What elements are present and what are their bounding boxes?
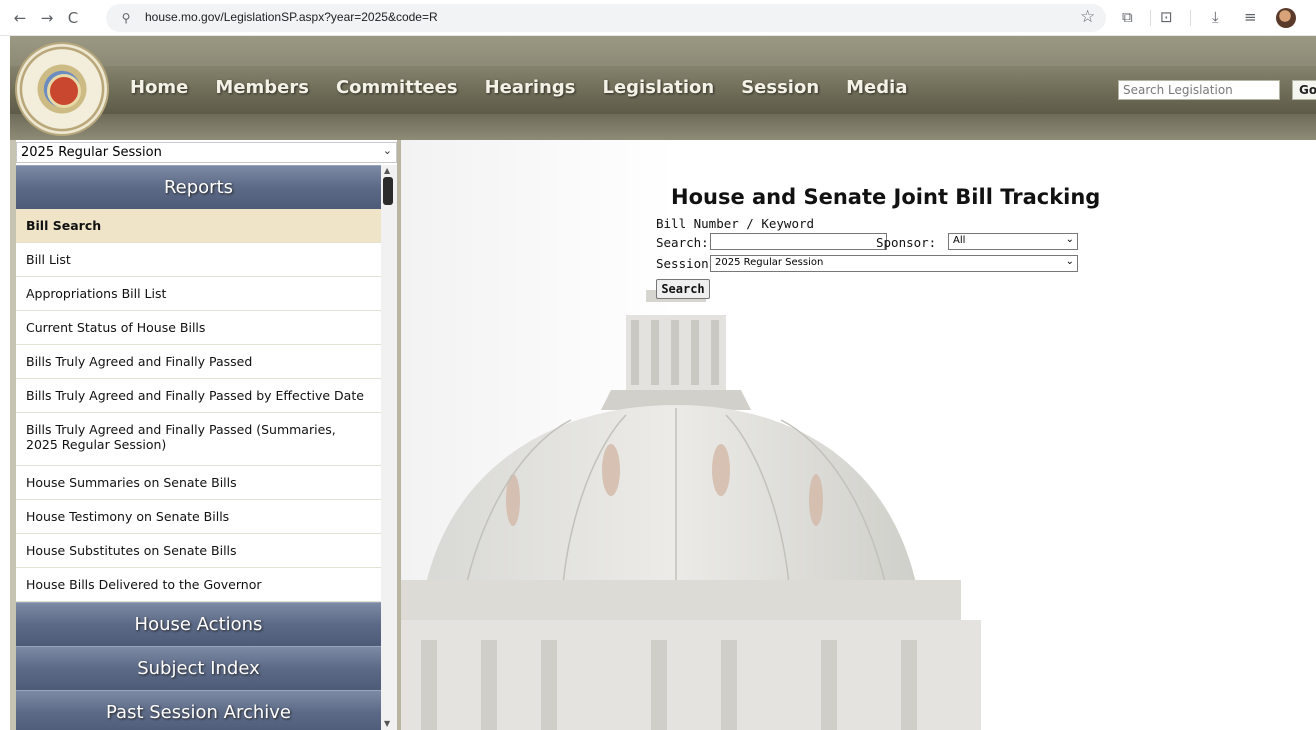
sidebar-item-bills-delivered[interactable]: House Bills Delivered to the Governor: [16, 568, 381, 602]
chevron-down-icon: ⌄: [382, 144, 392, 157]
nav-home[interactable]: Home: [130, 77, 188, 98]
seal-emblem: [47, 74, 81, 108]
site-header: Home Members Committees Hearings Legisla…: [10, 36, 1316, 140]
sidebar-scrollbar[interactable]: [381, 165, 397, 730]
tab-search-icon[interactable]: ⊡: [1160, 8, 1173, 26]
search-label: Search:: [656, 235, 709, 250]
reading-list-icon[interactable]: ≡: [1244, 8, 1257, 26]
sponsor-select-value: All: [953, 235, 966, 246]
session-form-select[interactable]: 2025 Regular Session ⌄: [710, 255, 1078, 272]
sponsor-select[interactable]: All ⌄: [948, 233, 1078, 250]
sidebar-item-appropriations[interactable]: Appropriations Bill List: [16, 277, 381, 311]
subject-index-header[interactable]: Subject Index: [16, 646, 381, 690]
main-content: House and Senate Joint Bill Tracking Bil…: [401, 140, 1316, 730]
nav-legislation[interactable]: Legislation: [602, 77, 714, 98]
sidebar: Reports Bill Search Bill List Appropriat…: [16, 165, 381, 730]
sidebar-item-bill-search[interactable]: Bill Search: [16, 209, 381, 243]
house-seal-logo[interactable]: [15, 42, 109, 136]
sponsor-label: Sponsor:: [876, 235, 937, 250]
toolbar-divider: [1190, 10, 1191, 26]
nav-session[interactable]: Session: [741, 77, 819, 98]
sidebar-item-tafp-summaries[interactable]: Bills Truly Agreed and Finally Passed (S…: [16, 413, 381, 466]
url-text[interactable]: house.mo.gov/LegislationSP.aspx?year=202…: [145, 10, 438, 24]
reload-icon[interactable]: C: [63, 8, 83, 28]
past-session-archive-header[interactable]: Past Session Archive: [16, 690, 381, 730]
sidebar-item-current-status[interactable]: Current Status of House Bills: [16, 311, 381, 345]
chevron-down-icon: ⌄: [1065, 234, 1074, 245]
session-form-select-value: 2025 Regular Session: [715, 257, 824, 268]
nav-committees[interactable]: Committees: [336, 77, 458, 98]
page-title: House and Senate Joint Bill Tracking: [671, 185, 1101, 209]
sidebar-item-tafp-effective-date[interactable]: Bills Truly Agreed and Finally Passed by…: [16, 379, 381, 413]
main-nav: Home Members Committees Hearings Legisla…: [130, 77, 934, 98]
reports-header[interactable]: Reports: [16, 165, 381, 209]
scroll-up-arrow-icon[interactable]: ▲: [384, 166, 390, 175]
go-button[interactable]: Go: [1292, 80, 1316, 100]
search-button[interactable]: Search: [656, 279, 710, 299]
session-select-value: 2025 Regular Session: [21, 145, 162, 160]
nav-hearings[interactable]: Hearings: [485, 77, 576, 98]
extensions-icon[interactable]: ⧉: [1122, 8, 1133, 26]
sidebar-item-bill-list[interactable]: Bill List: [16, 243, 381, 277]
sidebar-item-house-substitutes[interactable]: House Substitutes on Senate Bills: [16, 534, 381, 568]
browser-toolbar: ← → C ⚲ house.mo.gov/LegislationSP.aspx?…: [0, 0, 1316, 36]
site-info-icon[interactable]: ⚲: [116, 8, 136, 28]
bill-number-keyword-label: Bill Number / Keyword: [656, 216, 815, 231]
toolbar-divider: [1150, 10, 1151, 26]
bookmark-star-icon[interactable]: ☆: [1080, 7, 1095, 27]
forward-icon[interactable]: →: [37, 8, 57, 28]
nav-media[interactable]: Media: [846, 77, 907, 98]
session-select[interactable]: 2025 Regular Session ⌄: [16, 142, 397, 163]
back-icon[interactable]: ←: [10, 8, 30, 28]
legislation-search-input[interactable]: Search Legislation: [1118, 80, 1280, 100]
session-label: Session:: [656, 256, 717, 271]
sidebar-item-tafp[interactable]: Bills Truly Agreed and Finally Passed: [16, 345, 381, 379]
sidebar-item-house-testimony[interactable]: House Testimony on Senate Bills: [16, 500, 381, 534]
nav-members[interactable]: Members: [215, 77, 309, 98]
profile-avatar[interactable]: [1276, 8, 1296, 28]
scroll-thumb[interactable]: [383, 177, 393, 205]
reports-list: Bill Search Bill List Appropriations Bil…: [16, 209, 381, 602]
bill-search-input[interactable]: [710, 233, 887, 250]
house-actions-header[interactable]: House Actions: [16, 602, 381, 646]
download-icon[interactable]: ⤓: [1212, 8, 1219, 26]
chevron-down-icon: ⌄: [1065, 256, 1074, 267]
scroll-down-arrow-icon[interactable]: ▼: [384, 719, 390, 728]
sidebar-item-house-summaries[interactable]: House Summaries on Senate Bills: [16, 466, 381, 500]
